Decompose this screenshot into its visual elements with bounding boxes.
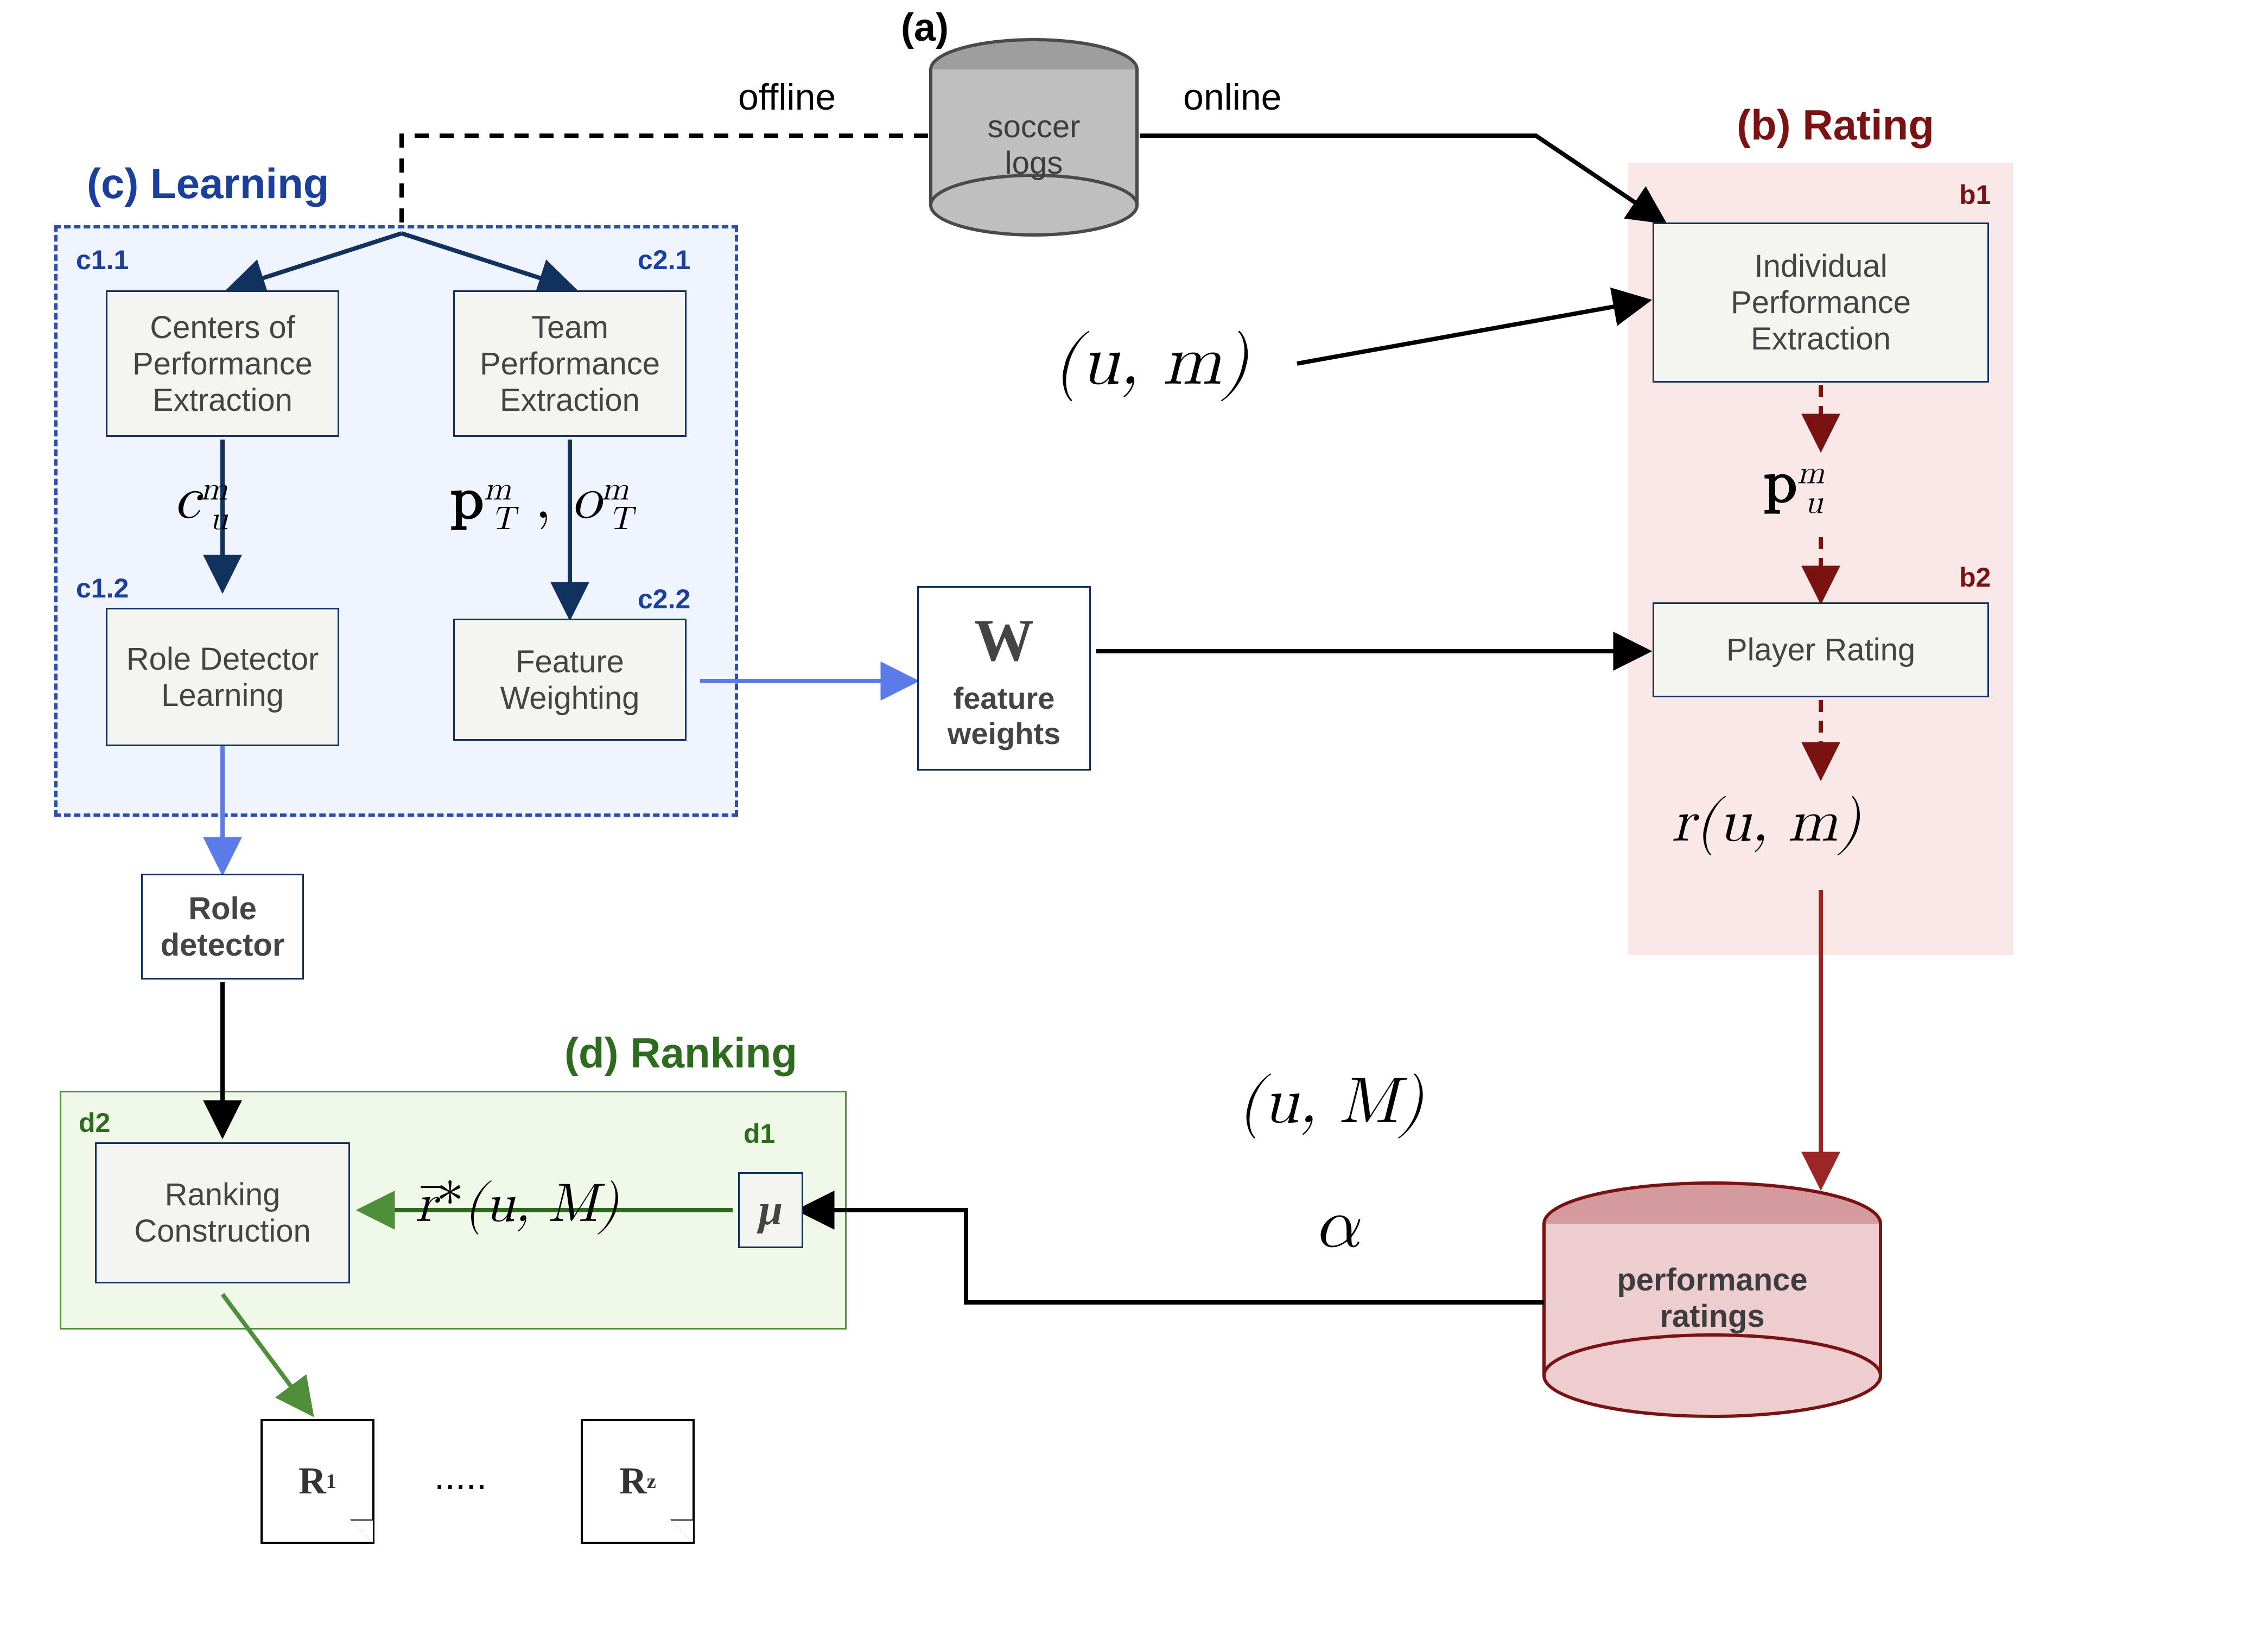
node-d2: Ranking Construction (95, 1142, 350, 1283)
node-W-symbol: W (974, 606, 1034, 675)
node-W-caption: feature weights (948, 681, 1060, 751)
tag-c21: c2.1 (638, 244, 690, 276)
label-perf-ratings: performance ratings (1598, 1262, 1826, 1334)
math-c-um: cmu (174, 464, 228, 539)
tag-c11: c1.1 (76, 244, 129, 276)
node-d1: μ (738, 1172, 803, 1248)
node-c12: Role Detector Learning (106, 608, 339, 746)
node-c11: Centers of Performance Extraction (106, 290, 339, 437)
math-pT-oT: pmT , omT (450, 464, 632, 539)
tag-c12: c1.2 (76, 573, 129, 604)
node-W: W feature weights (917, 586, 1091, 771)
tag-d2: d2 (79, 1107, 110, 1139)
math-uM: (u, M) (1237, 1064, 1424, 1142)
math-p-um: pmu (1764, 448, 1823, 523)
label-soccer-logs: soccer logs (980, 109, 1088, 181)
label-online: online (1183, 76, 1282, 118)
tag-d1: d1 (744, 1118, 775, 1149)
tag-b2: b2 (1959, 562, 1991, 593)
node-role-detector: Role detector (141, 874, 304, 980)
math-um: (u, m) (1053, 320, 1249, 405)
node-c22: Feature Weighting (453, 619, 687, 741)
tag-b1: b1 (1959, 179, 1991, 211)
title-rating: (b) Rating (1737, 100, 1934, 150)
label-a: (a) (901, 5, 949, 50)
label-offline: offline (738, 76, 836, 118)
node-c21: Team Performance Extraction (453, 290, 687, 437)
node-b1: Individual Performance Extraction (1653, 222, 1989, 383)
output-Rz: Rz (581, 1419, 695, 1544)
output-ellipsis: ..... (434, 1454, 487, 1498)
node-b2: Player Rating (1653, 602, 1989, 697)
title-ranking: (d) Ranking (564, 1028, 797, 1078)
math-r-um: r(u, m) (1672, 787, 1861, 858)
math-alpha: α (1313, 1183, 1358, 1268)
tag-c22: c2.2 (638, 583, 690, 615)
title-learning: (c) Learning (87, 159, 329, 208)
math-rbar: r̄*(u, M) (415, 1172, 619, 1237)
output-R1: R1 (261, 1419, 374, 1544)
